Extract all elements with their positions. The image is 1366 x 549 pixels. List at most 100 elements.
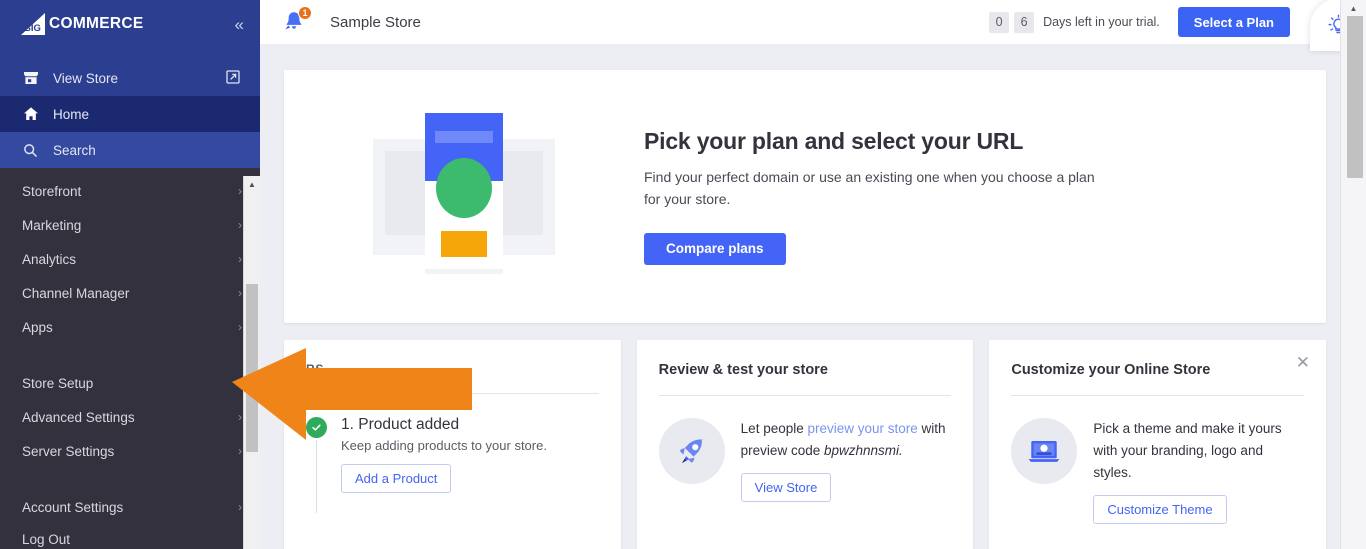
select-a-plan-button[interactable]: Select a Plan [1177,7,1290,37]
step-title: 1. Product added [341,416,460,433]
plan-illustration-icon [373,112,555,281]
sidebar-group-store: Storefront › Marketing › Analytics › Cha… [0,174,260,344]
sidebar-item-storefront[interactable]: Storefront › [0,174,260,208]
bigcommerce-logo[interactable]: BIG COMMERCE [14,13,144,35]
sidebar-group-settings: Store Setup › Advanced Settings › Server… [0,366,260,468]
check-circle-icon [306,417,327,438]
trial-countdown: 0 6 [989,11,1035,33]
preview-your-store-link[interactable]: preview your store [807,421,917,436]
sidebar-item-label: Advanced Settings [22,409,135,425]
view-store-button[interactable]: View Store [740,472,832,502]
chevron-right-icon: › [238,410,242,424]
sidebar-item-marketing[interactable]: Marketing › [0,208,260,242]
sidebar-item-server-settings[interactable]: Server Settings › [0,434,260,468]
sidebar-scrollbar-thumb[interactable] [246,284,258,452]
next-steps-card: RS 1. Product added Keep adding products… [284,340,621,549]
top-bar-right: 0 6 Days left in your trial. Select a Pl… [989,0,1366,51]
home-icon [22,106,39,123]
banner-heading: Pick your plan and select your URL [644,128,1024,155]
external-link-icon [226,69,240,87]
bigcommerce-logo-text: COMMERCE [49,15,144,32]
sidebar-item-log-out[interactable]: Log Out [0,524,260,549]
chevron-right-icon: › [238,184,242,198]
card-title: Customize your Online Store [1011,362,1211,378]
sidebar-item-view-store[interactable]: View Store [0,60,260,96]
customize-text: Pick a theme and make it yours with your… [1093,421,1282,480]
step-connector [316,440,317,513]
plan-url-banner: Pick your plan and select your URL Find … [284,70,1326,323]
sidebar-item-label: Store Setup [22,375,94,391]
sidebar-primary-nav: View Store Home Search [0,48,260,168]
sidebar-item-store-setup[interactable]: Store Setup › [0,366,260,400]
trial-digit-ones: 6 [1014,11,1035,33]
sidebar-item-advanced-settings[interactable]: Advanced Settings › [0,400,260,434]
page-content: Pick your plan and select your URL Find … [260,45,1340,549]
close-icon[interactable]: ✕ [1296,354,1310,371]
sidebar-item-label: Channel Manager [22,285,130,301]
sidebar: BIG COMMERCE « View Store Home Search St… [0,0,260,549]
sidebar-divider-2 [0,468,260,490]
sidebar-secondary-nav: Storefront › Marketing › Analytics › Cha… [0,168,260,549]
add-a-product-button[interactable]: Add a Product [341,464,452,493]
setup-step-item: 1. Product added Keep adding products to… [306,394,599,513]
rocket-glyph-icon [679,438,703,464]
sidebar-item-label: Marketing [22,217,82,233]
banner-paragraph: Find your perfect domain or use an exist… [644,169,1095,207]
review-test-store-card: Review & test your store Let people prev… [636,340,974,549]
sidebar-item-apps[interactable]: Apps › [0,310,260,344]
chevron-right-icon: › [238,218,242,232]
sidebar-item-label: View Store [53,70,119,86]
chevron-right-icon: › [238,320,242,334]
top-bar: 1 Sample Store 0 6 Days left in your tri… [260,0,1366,51]
sidebar-brand-header: BIG COMMERCE « [0,0,260,48]
bigcommerce-admin-app: BIG COMMERCE « View Store Home Search St… [0,0,1366,549]
laptop-icon [1011,418,1078,484]
chevron-right-icon: › [238,252,242,266]
sidebar-item-label: Account Settings [22,499,124,515]
chevron-right-icon: › [238,444,242,458]
sidebar-item-search[interactable]: Search [0,132,260,168]
customize-store-card: ✕ Customize your Online Store Pick a the… [989,340,1327,549]
sidebar-item-label: Storefront [22,183,82,199]
step-subtitle: Keep adding products to your store. [341,438,547,453]
sidebar-item-label: Home [53,106,90,122]
card-eyebrow: RS [306,362,325,376]
sidebar-item-label: Search [53,142,96,158]
preview-text-leading: Let people [740,421,808,436]
sidebar-group-account: Account Settings › Log Out [0,490,260,549]
sidebar-item-home[interactable]: Home [0,96,260,132]
card-media-text: Pick a theme and make it yours with your… [1093,418,1304,524]
banner-illustration [284,112,644,281]
chevron-right-icon: › [238,286,242,300]
card-media-text: Let people preview your store with previ… [740,418,952,502]
laptop-glyph-icon [1028,441,1060,462]
scroll-up-arrow-icon[interactable]: ▲ [1341,0,1366,16]
sidebar-item-analytics[interactable]: Analytics › [0,242,260,276]
sidebar-item-label: Apps [22,319,53,335]
store-icon [22,70,39,87]
banner-body: Pick your plan and select your URL Find … [644,128,1154,265]
page-scrollbar-thumb[interactable] [1347,16,1363,178]
step-body: 1. Product added Keep adding products to… [341,416,547,493]
notification-badge: 1 [298,6,312,20]
sidebar-item-account-settings[interactable]: Account Settings › [0,490,260,524]
main-area: 1 Sample Store 0 6 Days left in your tri… [260,0,1366,549]
scroll-up-arrow-icon[interactable]: ▲ [244,176,260,193]
sidebar-divider [0,344,260,366]
sidebar-collapse-button[interactable]: « [235,16,244,33]
notifications-button[interactable]: 1 [282,6,312,35]
trial-digit-tens: 0 [989,11,1010,33]
chevron-right-icon: › [238,500,242,514]
trial-label: Days left in your trial. [1043,15,1160,29]
svg-text:BIG: BIG [24,23,41,34]
sidebar-item-label: Server Settings [22,443,115,459]
page-scrollbar[interactable]: ▲ [1340,0,1366,549]
dashboard-cards: RS 1. Product added Keep adding products… [284,340,1327,549]
sidebar-scrollbar[interactable]: ▲ [243,176,260,549]
customize-theme-button[interactable]: Customize Theme [1093,494,1227,524]
chevron-right-icon: › [238,376,242,390]
compare-plans-button[interactable]: Compare plans [644,232,786,265]
sidebar-item-label: Analytics [22,251,77,267]
bigcommerce-logo-mark: BIG [21,13,45,35]
sidebar-item-channel-manager[interactable]: Channel Manager › [0,276,260,310]
